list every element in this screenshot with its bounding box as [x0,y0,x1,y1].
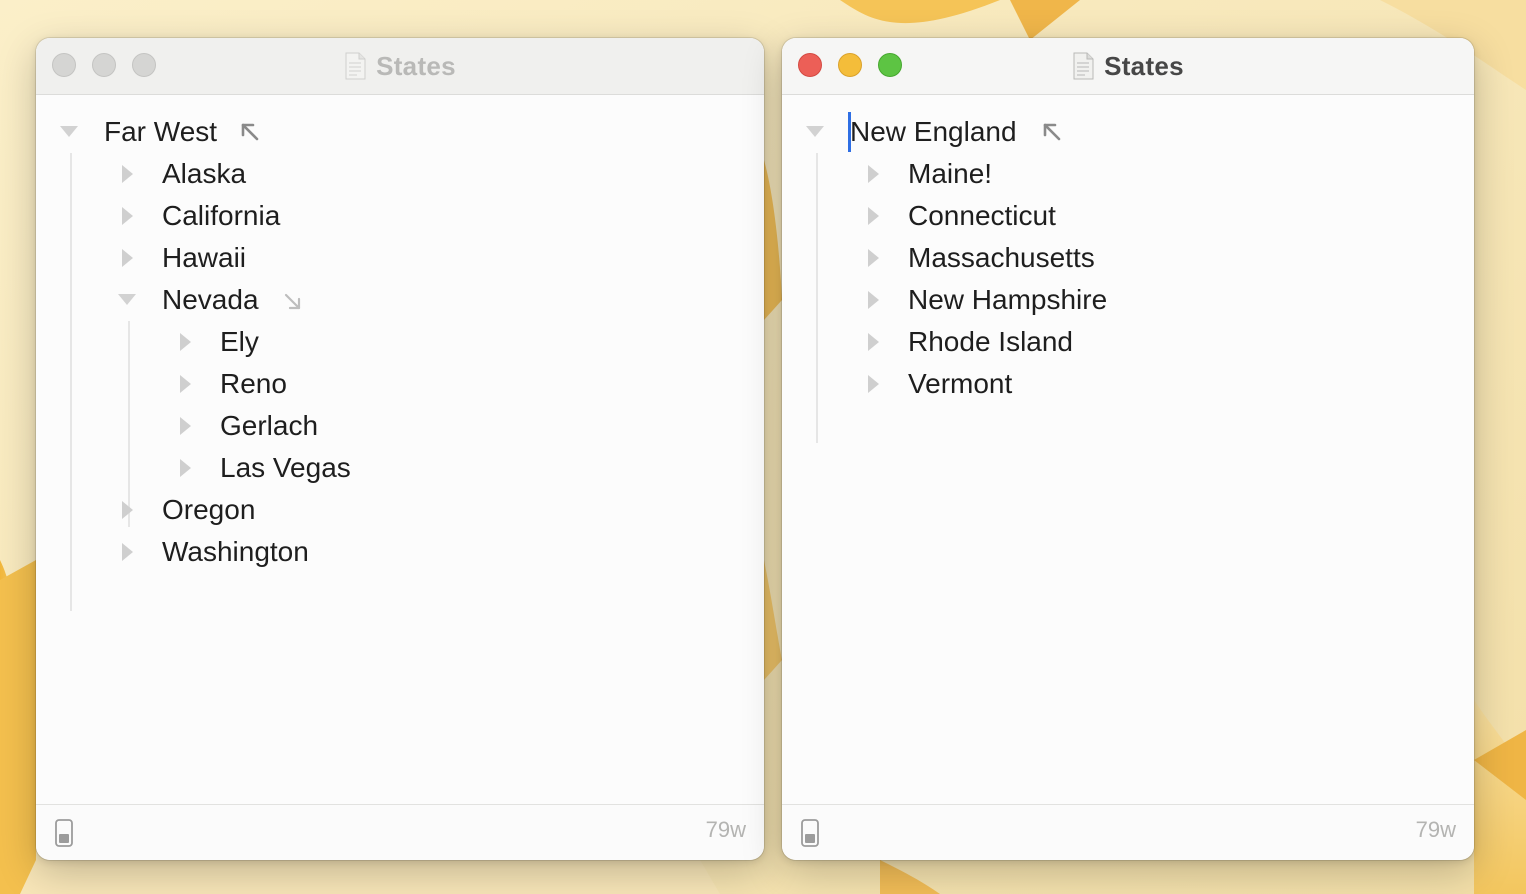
outline-item-label[interactable]: Hawaii [162,237,246,279]
outline-item-row[interactable]: Hawaii [36,237,246,279]
outline-content[interactable]: Far West Alaska California Hawaii Nevada [36,95,764,804]
disclosure-collapsed-icon[interactable] [868,249,879,267]
disclosure-collapsed-icon[interactable] [180,375,191,393]
outline-window-states-right[interactable]: States New England Maine! Connecticut Ma… [782,38,1474,860]
word-count[interactable]: 79w [1416,817,1456,843]
hoist-up-icon[interactable] [1041,121,1063,143]
disclosure-collapsed-icon[interactable] [180,333,191,351]
device-icon[interactable] [800,819,820,847]
outline-content[interactable]: New England Maine! Connecticut Massachus… [782,95,1474,804]
disclosure-collapsed-icon[interactable] [868,333,879,351]
disclosure-collapsed-icon[interactable] [868,291,879,309]
outline-window-states-left[interactable]: States Far West Alaska California Hawaii [36,38,764,860]
hoist-up-icon[interactable] [239,121,261,143]
device-icon[interactable] [54,819,74,847]
outline-item-label[interactable]: Connecticut [908,195,1056,237]
disclosure-collapsed-icon[interactable] [868,165,879,183]
document-icon [1073,52,1094,80]
focus-in-icon[interactable] [282,291,304,313]
disclosure-collapsed-icon[interactable] [868,207,879,225]
disclosure-collapsed-icon[interactable] [122,165,133,183]
disclosure-collapsed-icon[interactable] [122,543,133,561]
outline-item-label[interactable]: Ely [220,321,259,363]
outline-item-label[interactable]: Washington [162,531,309,573]
outline-item-row[interactable]: Las Vegas [36,447,351,489]
disclosure-collapsed-icon[interactable] [122,501,133,519]
outline-item-label[interactable]: Oregon [162,489,255,531]
outline-item-row[interactable]: Vermont [782,363,1012,405]
text-cursor [848,112,851,152]
outline-item-label[interactable]: California [162,195,280,237]
outline-item-label[interactable]: Vermont [908,363,1012,405]
outline-item-label[interactable]: Maine! [908,153,992,195]
disclosure-expanded-icon[interactable] [806,126,824,137]
outline-item-label[interactable]: Gerlach [220,405,318,447]
disclosure-expanded-icon[interactable] [118,294,136,305]
outline-root-label[interactable]: New England [850,111,1017,153]
outline-item-row[interactable]: Massachusetts [782,237,1095,279]
window-title: States [376,50,456,81]
outline-item-label[interactable]: Nevada [162,279,259,321]
status-bar: 79w [782,804,1474,860]
window-title: States [1104,50,1184,81]
outline-item-row[interactable]: Gerlach [36,405,318,447]
outline-root-row[interactable]: New England [782,111,1061,153]
disclosure-expanded-icon[interactable] [60,126,78,137]
title-bar[interactable]: States [782,38,1474,95]
outline-item-row[interactable]: Reno [36,363,287,405]
outline-item-row[interactable]: California [36,195,280,237]
outline-item-row[interactable]: Connecticut [782,195,1056,237]
disclosure-collapsed-icon[interactable] [180,459,191,477]
outline-item-label[interactable]: Alaska [162,153,246,195]
disclosure-collapsed-icon[interactable] [122,207,133,225]
outline-item-row[interactable]: Rhode Island [782,321,1073,363]
outline-root-label[interactable]: Far West [104,111,217,153]
outline-item-label[interactable]: Rhode Island [908,321,1073,363]
outline-item-label[interactable]: Reno [220,363,287,405]
disclosure-collapsed-icon[interactable] [122,249,133,267]
outline-item-label[interactable]: Massachusetts [908,237,1095,279]
disclosure-collapsed-icon[interactable] [180,417,191,435]
status-bar: 79w [36,804,764,860]
outline-item-row[interactable]: Ely [36,321,259,363]
outline-root-row[interactable]: Far West [36,111,259,153]
word-count[interactable]: 79w [706,817,746,843]
outline-item-row[interactable]: Washington [36,531,309,573]
outline-item-row[interactable]: Maine! [782,153,992,195]
disclosure-collapsed-icon[interactable] [868,375,879,393]
outline-item-row[interactable]: New Hampshire [782,279,1107,321]
outline-item-label[interactable]: Las Vegas [220,447,351,489]
outline-item-row[interactable]: Nevada [36,279,301,321]
document-icon [345,52,366,80]
outline-item-label[interactable]: New Hampshire [908,279,1107,321]
title-bar[interactable]: States [36,38,764,95]
outline-item-row[interactable]: Oregon [36,489,255,531]
outline-item-row[interactable]: Alaska [36,153,246,195]
